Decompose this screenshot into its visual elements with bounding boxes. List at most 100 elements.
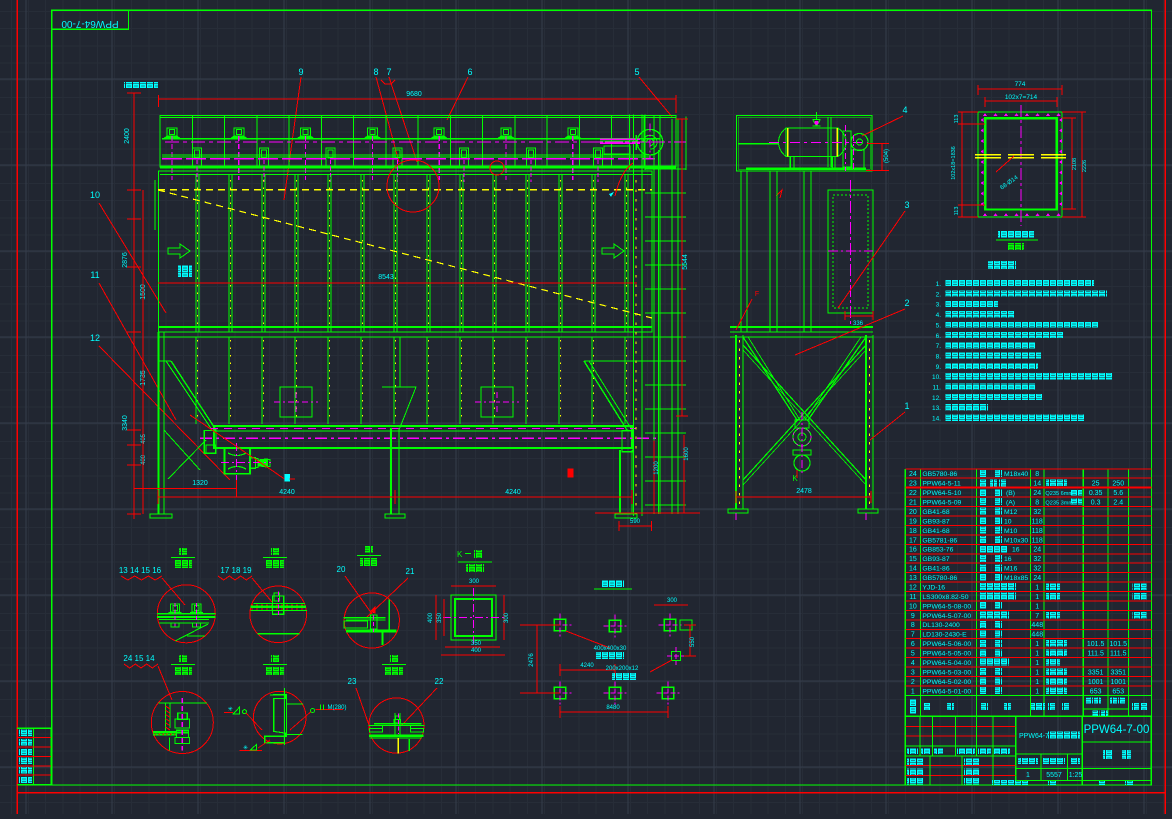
svg-text:3351: 3351 bbox=[1110, 669, 1126, 676]
svg-text:2876: 2876 bbox=[122, 252, 129, 268]
svg-text:5: 5 bbox=[634, 67, 639, 77]
svg-text:32: 32 bbox=[1033, 566, 1041, 573]
svg-text:1: 1 bbox=[1035, 603, 1039, 610]
svg-text:16: 16 bbox=[1004, 556, 1012, 563]
svg-text:GB93-87: GB93-87 bbox=[922, 556, 949, 563]
svg-text:113: 113 bbox=[954, 115, 960, 124]
svg-text:16: 16 bbox=[909, 547, 917, 554]
svg-text:✳: ✳ bbox=[243, 745, 248, 752]
svg-text:2.: 2. bbox=[936, 291, 942, 298]
svg-text:12: 12 bbox=[909, 584, 917, 591]
svg-text:PPW64-5-05-00: PPW64-5-05-00 bbox=[922, 651, 971, 658]
svg-text:(B): (B) bbox=[1006, 490, 1015, 497]
svg-text:PPW64-5-10: PPW64-5-10 bbox=[922, 490, 961, 497]
svg-text:22: 22 bbox=[909, 490, 917, 497]
svg-text:6: 6 bbox=[911, 641, 915, 648]
svg-text:10.: 10. bbox=[932, 374, 941, 381]
svg-text:32: 32 bbox=[1033, 509, 1041, 516]
svg-text:10: 10 bbox=[909, 603, 917, 610]
svg-text:17 18 19: 17 18 19 bbox=[220, 566, 252, 575]
svg-text:14: 14 bbox=[909, 566, 917, 573]
svg-text:118: 118 bbox=[1032, 537, 1043, 544]
svg-text:LS300x8.82-50: LS300x8.82-50 bbox=[922, 594, 968, 601]
svg-text:6.: 6. bbox=[936, 333, 942, 340]
svg-text:PPW64-5-08-00: PPW64-5-08-00 bbox=[922, 603, 971, 610]
svg-text:111.5: 111.5 bbox=[1087, 651, 1104, 658]
svg-text:1600: 1600 bbox=[684, 447, 690, 461]
svg-text:10: 10 bbox=[90, 190, 100, 200]
svg-text:8: 8 bbox=[373, 67, 378, 77]
svg-text:24: 24 bbox=[1033, 575, 1041, 582]
svg-text:GB41-68: GB41-68 bbox=[922, 528, 949, 535]
svg-text:20: 20 bbox=[337, 565, 346, 574]
svg-text:11: 11 bbox=[909, 594, 916, 601]
svg-text:350: 350 bbox=[437, 612, 443, 623]
svg-text:DL130-2400: DL130-2400 bbox=[922, 622, 960, 629]
svg-text:✳: ✳ bbox=[228, 706, 233, 713]
svg-text:774: 774 bbox=[1015, 81, 1026, 88]
svg-text:19: 19 bbox=[909, 518, 917, 525]
svg-text:9.: 9. bbox=[936, 364, 942, 371]
svg-text:2476: 2476 bbox=[529, 653, 535, 667]
svg-text:24: 24 bbox=[909, 471, 917, 478]
svg-text:1: 1 bbox=[1035, 660, 1039, 667]
svg-text:8543: 8543 bbox=[378, 274, 394, 281]
svg-text:118: 118 bbox=[1032, 528, 1043, 535]
svg-text:5557: 5557 bbox=[1046, 772, 1062, 779]
svg-text:0.3: 0.3 bbox=[1091, 500, 1101, 507]
svg-text:400: 400 bbox=[141, 454, 147, 465]
svg-text:4240: 4240 bbox=[505, 489, 521, 496]
svg-text:24 15 14: 24 15 14 bbox=[123, 654, 155, 663]
svg-text:13: 13 bbox=[909, 575, 917, 582]
svg-text:1320: 1320 bbox=[192, 480, 208, 487]
svg-text:16: 16 bbox=[1012, 547, 1020, 554]
svg-text:4240: 4240 bbox=[580, 663, 594, 669]
svg-text:448: 448 bbox=[1031, 622, 1043, 629]
svg-text:2400: 2400 bbox=[124, 128, 131, 144]
svg-text:23: 23 bbox=[348, 677, 357, 686]
svg-text:200x200x12: 200x200x12 bbox=[606, 666, 639, 672]
svg-text:13.: 13. bbox=[932, 405, 941, 412]
svg-text:(A): (A) bbox=[1006, 500, 1015, 507]
svg-text:300: 300 bbox=[504, 612, 510, 623]
svg-text:653: 653 bbox=[1090, 688, 1102, 695]
svg-text:7.: 7. bbox=[936, 343, 942, 350]
svg-text:21: 21 bbox=[406, 567, 415, 576]
svg-text:PPW64-5-01-00: PPW64-5-01-00 bbox=[922, 688, 971, 695]
svg-text:8.: 8. bbox=[936, 353, 942, 360]
svg-text:14.: 14. bbox=[932, 416, 941, 423]
svg-text:PPW64-7: PPW64-7 bbox=[1019, 733, 1049, 740]
svg-text:15: 15 bbox=[909, 556, 917, 563]
svg-text:GB41-68: GB41-68 bbox=[922, 509, 949, 516]
svg-text:M12: M12 bbox=[1004, 509, 1017, 516]
svg-text:1: 1 bbox=[904, 401, 909, 411]
svg-text:2: 2 bbox=[911, 679, 915, 686]
svg-text:5.: 5. bbox=[936, 322, 942, 329]
svg-text:25: 25 bbox=[1092, 481, 1100, 488]
svg-text:11: 11 bbox=[90, 270, 99, 280]
svg-text:8: 8 bbox=[911, 622, 915, 629]
svg-text:PPW64-7-00: PPW64-7-00 bbox=[1084, 724, 1150, 736]
svg-text:21: 21 bbox=[909, 500, 917, 507]
svg-text:GB5780-86: GB5780-86 bbox=[922, 575, 957, 582]
svg-text:PPW64-5-06-00: PPW64-5-06-00 bbox=[922, 641, 971, 648]
svg-text:5: 5 bbox=[911, 651, 915, 658]
svg-text:GB5780-86: GB5780-86 bbox=[922, 471, 957, 478]
svg-text:PPW64-7-00: PPW64-7-00 bbox=[61, 18, 119, 29]
svg-text:1: 1 bbox=[1035, 594, 1039, 601]
svg-text:102x7=714: 102x7=714 bbox=[1005, 94, 1038, 101]
svg-text:2478: 2478 bbox=[796, 488, 812, 495]
svg-text:PPW64-5-04-00: PPW64-5-04-00 bbox=[922, 660, 971, 667]
svg-text:9: 9 bbox=[298, 67, 303, 77]
svg-text:6: 6 bbox=[467, 67, 472, 77]
svg-text:300: 300 bbox=[469, 579, 480, 585]
svg-text:GB41-86: GB41-86 bbox=[922, 566, 949, 573]
svg-text:11.: 11. bbox=[932, 385, 941, 392]
svg-text:118: 118 bbox=[1032, 518, 1043, 525]
svg-text:8: 8 bbox=[1035, 471, 1039, 478]
svg-text:405: 405 bbox=[141, 433, 147, 444]
svg-text:LD130-2430-E: LD130-2430-E bbox=[922, 632, 967, 639]
svg-text:GB93-87: GB93-87 bbox=[922, 518, 949, 525]
svg-text:4: 4 bbox=[911, 660, 915, 667]
svg-text:4: 4 bbox=[902, 105, 907, 115]
